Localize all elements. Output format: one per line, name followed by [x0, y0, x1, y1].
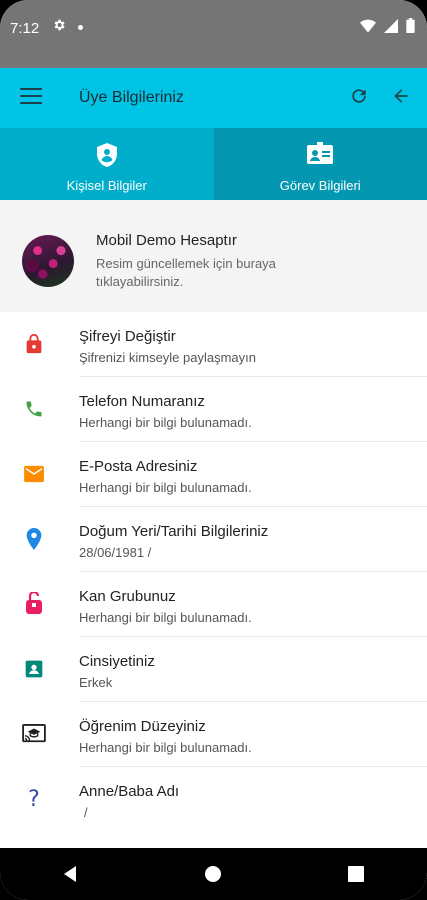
- item-subtitle: Herhangi bir bilgi bulunamadı.: [79, 415, 252, 430]
- item-title: Doğum Yeri/Tarihi Bilgileriniz: [79, 523, 269, 540]
- list-item-blood-type[interactable]: Kan Grubunuz Herhangi bir bilgi bulunama…: [0, 572, 427, 637]
- item-title: Cinsiyetiniz: [79, 653, 155, 670]
- mail-icon: [22, 462, 46, 486]
- item-subtitle: Herhangi bir bilgi bulunamadı.: [79, 740, 252, 755]
- info-list: Şifreyi Değiştir Şifrenizi kimseyle payl…: [0, 312, 427, 832]
- contact-card-icon: [22, 657, 46, 681]
- notification-dot-icon: [78, 25, 83, 30]
- shield-person-icon: [95, 142, 119, 173]
- id-card-icon: [306, 142, 334, 171]
- item-title: Şifreyi Değiştir: [79, 328, 176, 345]
- item-subtitle: 28/06/1981 /: [79, 545, 152, 560]
- list-item-phone[interactable]: Telefon Numaranız Herhangi bir bilgi bul…: [0, 377, 427, 442]
- cell-signal-icon: [384, 18, 398, 33]
- phone-icon: [22, 397, 46, 421]
- tab-label: Görev Bilgileri: [279, 178, 361, 193]
- tab-bar: Kişisel Bilgiler Görev Bilgileri: [0, 128, 427, 200]
- phone-screen: 7:12 Üye Bilgileriniz Kişisel Bilgiler G…: [0, 0, 427, 900]
- list-item-parent-name[interactable]: ? Anne/Baba Adı /: [0, 767, 427, 832]
- status-bar: 7:12: [0, 0, 427, 68]
- avatar[interactable]: [22, 235, 74, 287]
- item-title: Öğrenim Düzeyiniz: [79, 718, 206, 735]
- back-arrow-icon[interactable]: [391, 86, 411, 111]
- system-nav-bar: [0, 848, 427, 900]
- item-title: E-Posta Adresiniz: [79, 458, 198, 475]
- list-item-education[interactable]: Öğrenim Düzeyiniz Herhangi bir bilgi bul…: [0, 702, 427, 767]
- status-time: 7:12: [10, 20, 40, 37]
- tab-personal-info[interactable]: Kişisel Bilgiler: [0, 128, 214, 200]
- item-subtitle: Şifrenizi kimseyle paylaşmayın: [79, 350, 257, 365]
- menu-icon[interactable]: [20, 88, 42, 106]
- profile-photo-hint: Resim güncellemek için buraya tıklayabil…: [96, 256, 276, 289]
- list-item-gender[interactable]: Cinsiyetiniz Erkek: [0, 637, 427, 702]
- page-title: Üye Bilgileriniz: [79, 89, 184, 106]
- tab-duty-info[interactable]: Görev Bilgileri: [213, 128, 427, 200]
- lock-icon: [22, 332, 46, 356]
- item-subtitle: Herhangi bir bilgi bulunamadı.: [79, 610, 252, 625]
- item-title: Anne/Baba Adı: [79, 783, 180, 800]
- cast-education-icon: [22, 722, 46, 746]
- refresh-icon[interactable]: [349, 86, 369, 111]
- location-pin-icon: [22, 527, 46, 551]
- wifi-icon: [360, 19, 376, 33]
- nav-recents-icon[interactable]: [336, 854, 376, 894]
- settings-gear-icon: [52, 18, 66, 36]
- profile-header[interactable]: Mobil Demo Hesaptır Resim güncellemek iç…: [0, 200, 427, 312]
- blood-bag-icon: [22, 592, 46, 616]
- app-bar: Üye Bilgileriniz: [0, 68, 427, 128]
- item-title: Telefon Numaranız: [79, 393, 205, 410]
- status-icons: [360, 18, 415, 33]
- list-item-birth-info[interactable]: Doğum Yeri/Tarihi Bilgileriniz 28/06/198…: [0, 507, 427, 572]
- nav-home-icon[interactable]: [193, 854, 233, 894]
- item-subtitle: /: [84, 805, 88, 820]
- list-item-email[interactable]: E-Posta Adresiniz Herhangi bir bilgi bul…: [0, 442, 427, 507]
- item-subtitle: Erkek: [79, 675, 113, 690]
- profile-name: Mobil Demo Hesaptır: [96, 232, 237, 249]
- question-icon: ?: [28, 786, 40, 812]
- item-title: Kan Grubunuz: [79, 588, 176, 605]
- tab-label: Kişisel Bilgiler: [66, 178, 147, 193]
- list-item-change-password[interactable]: Şifreyi Değiştir Şifrenizi kimseyle payl…: [0, 312, 427, 377]
- item-subtitle: Herhangi bir bilgi bulunamadı.: [79, 480, 252, 495]
- nav-back-icon[interactable]: [51, 854, 91, 894]
- battery-icon: [406, 18, 415, 33]
